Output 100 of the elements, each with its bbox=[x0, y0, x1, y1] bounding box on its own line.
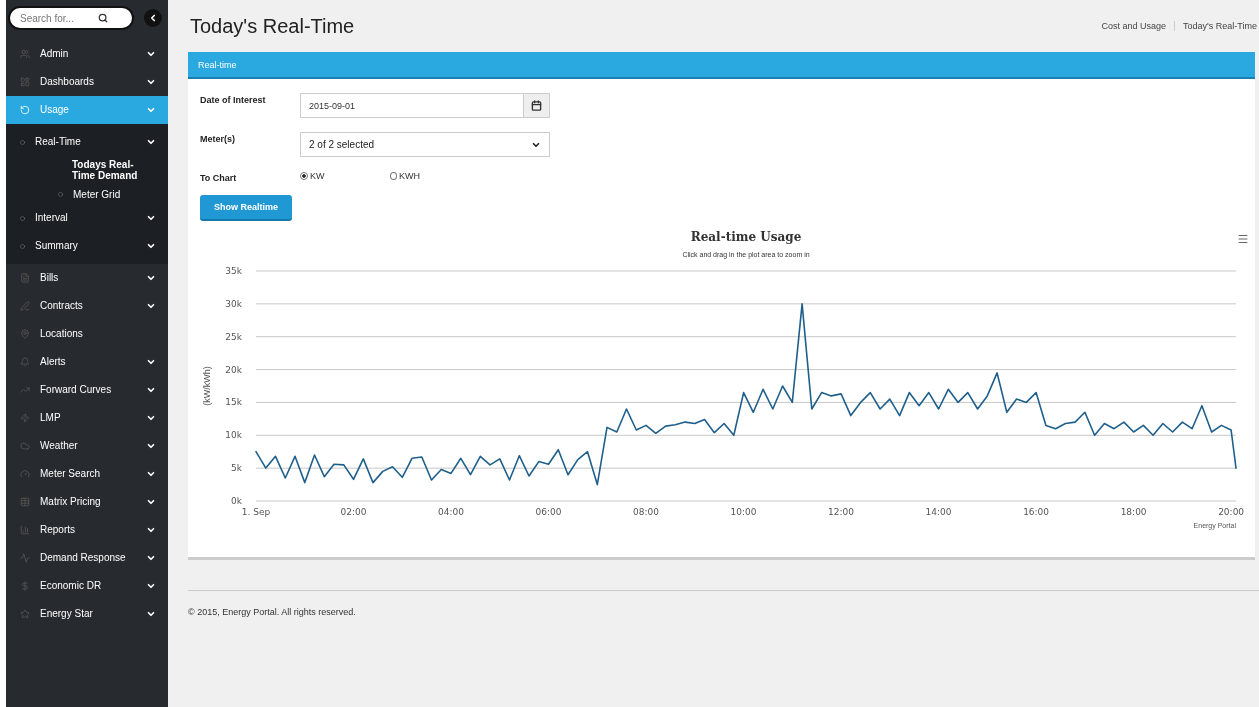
field-label: To Chart bbox=[200, 172, 238, 183]
search-icon bbox=[98, 13, 108, 23]
caret-icon bbox=[146, 273, 156, 283]
sidebar-item[interactable]: Weather bbox=[6, 432, 168, 460]
document-icon bbox=[20, 273, 30, 283]
field-label: Date of Interest bbox=[200, 94, 267, 105]
caret-icon bbox=[146, 385, 156, 395]
pulse-icon bbox=[20, 553, 30, 563]
axis-tick-label: 06:00 bbox=[535, 507, 562, 517]
breadcrumb-item: Today's Real-Time bbox=[1183, 21, 1257, 31]
sidebar-item[interactable]: Reports bbox=[6, 516, 168, 544]
users-icon bbox=[20, 49, 30, 59]
caret-icon bbox=[146, 49, 156, 59]
meter-select[interactable]: 2 of 2 selected bbox=[300, 132, 550, 157]
dashboard-icon bbox=[20, 77, 30, 87]
sidebar-item[interactable]: Demand Response bbox=[6, 544, 168, 572]
axis-tick-label: 15k bbox=[225, 397, 242, 408]
radio-option[interactable]: KW bbox=[300, 171, 330, 181]
submenu-item[interactable]: Real-Time bbox=[6, 128, 168, 156]
date-picker[interactable]: 2015-09-01 bbox=[300, 93, 550, 118]
sidebar-item[interactable]: Forward Curves bbox=[6, 376, 168, 404]
search-bar[interactable]: Search for... bbox=[8, 6, 134, 30]
axis-tick-label: 12:00 bbox=[828, 507, 855, 517]
caret-icon bbox=[146, 105, 156, 115]
axis-tick-label: 18:00 bbox=[1120, 507, 1147, 517]
chart-title: Real-time Usage bbox=[690, 230, 802, 244]
bar-chart-icon bbox=[20, 525, 30, 535]
map-pin-icon bbox=[20, 329, 30, 339]
breadcrumb-item[interactable]: Cost and Usage bbox=[1101, 21, 1167, 31]
chevron-left-icon bbox=[148, 13, 158, 23]
page-title: Today's Real-Time bbox=[190, 14, 355, 38]
cloud-icon bbox=[20, 441, 30, 451]
bolt-icon bbox=[20, 413, 30, 423]
pen-icon bbox=[20, 301, 30, 311]
axis-tick-label: 35k bbox=[225, 266, 242, 276]
gauge-icon bbox=[20, 469, 30, 479]
refresh-icon bbox=[20, 105, 30, 115]
axis-tick-label: 1. Sep bbox=[241, 507, 271, 517]
circle-icon bbox=[20, 139, 25, 145]
sidebar-item[interactable]: Bills bbox=[6, 264, 168, 292]
submenu-item[interactable]: Meter Grid bbox=[6, 184, 168, 204]
sidebar-item[interactable]: Energy Star bbox=[6, 600, 168, 628]
submenu-item[interactable]: Summary bbox=[6, 232, 168, 260]
sidebar-item[interactable]: LMP bbox=[6, 404, 168, 432]
axis-tick-label: 02:00 bbox=[340, 507, 367, 517]
circle-icon bbox=[20, 215, 25, 221]
axis-tick-label: 14:00 bbox=[925, 507, 952, 517]
caret-icon bbox=[146, 137, 156, 147]
caret-icon bbox=[146, 553, 156, 563]
caret-icon bbox=[146, 241, 156, 251]
menu-icon[interactable] bbox=[1237, 233, 1249, 245]
submenu-item[interactable]: Interval bbox=[6, 204, 168, 232]
axis-tick-label: 30k bbox=[225, 298, 242, 309]
sidebar-item[interactable]: Alerts bbox=[6, 348, 168, 376]
caret-icon bbox=[146, 413, 156, 423]
table-icon bbox=[20, 497, 30, 507]
axis-tick-label: 10:00 bbox=[730, 507, 757, 517]
sidebar-item[interactable]: Meter Search bbox=[6, 460, 168, 488]
caret-icon bbox=[146, 77, 156, 87]
axis-tick-label: 0k bbox=[231, 496, 242, 506]
caret-icon bbox=[146, 497, 156, 507]
radio-option[interactable]: KWH bbox=[390, 171, 420, 181]
axis-tick-label: 10k bbox=[225, 430, 242, 441]
bell-icon bbox=[20, 357, 30, 367]
sidebar-item[interactable]: Economic DR bbox=[6, 572, 168, 600]
sidebar-item[interactable]: Dashboards bbox=[6, 68, 168, 96]
star-icon bbox=[20, 609, 30, 619]
footer-text: © 2015, Energy Portal. All rights reserved. bbox=[188, 607, 356, 617]
circle-icon bbox=[58, 191, 63, 197]
caret-icon bbox=[146, 469, 156, 479]
caret-icon bbox=[146, 441, 156, 451]
calendar-button[interactable] bbox=[523, 94, 549, 117]
circle-icon bbox=[20, 243, 25, 249]
field-label: Meter(s) bbox=[200, 133, 236, 144]
sidebar-item[interactable]: Locations bbox=[6, 320, 168, 348]
axis-tick-label: 08:00 bbox=[633, 507, 659, 517]
radio-button[interactable] bbox=[300, 172, 308, 180]
caret-icon bbox=[146, 525, 156, 535]
axis-tick-label: 16:00 bbox=[1023, 507, 1050, 517]
submenu-item[interactable]: Todays Real-Time Demand bbox=[6, 156, 168, 184]
caret-icon bbox=[146, 609, 156, 619]
axis-tick-label: 5k bbox=[231, 463, 242, 474]
caret-icon bbox=[146, 581, 156, 591]
caret-icon bbox=[146, 301, 156, 311]
sidebar-item[interactable]: Admin bbox=[6, 40, 168, 68]
dollar-icon bbox=[20, 581, 30, 591]
search-input[interactable]: Search for... bbox=[18, 11, 98, 25]
axis-tick-label: 20k bbox=[225, 364, 242, 375]
axis-tick-label: 20:00 bbox=[1218, 507, 1245, 517]
radio-button[interactable] bbox=[390, 172, 397, 180]
collapse-button[interactable] bbox=[144, 9, 162, 27]
caret-icon bbox=[146, 213, 156, 223]
axis-tick-label: 25k bbox=[225, 331, 242, 342]
sidebar-item[interactable]: Matrix Pricing bbox=[6, 488, 168, 516]
panel-header: Real-time bbox=[188, 52, 1255, 79]
calendar-icon bbox=[531, 100, 542, 111]
axis-title: (kW/kWh) bbox=[202, 366, 212, 406]
axis-tick-label: 04:00 bbox=[438, 507, 464, 517]
caret-icon bbox=[146, 357, 156, 367]
sidebar-item[interactable]: Contracts bbox=[6, 292, 168, 320]
